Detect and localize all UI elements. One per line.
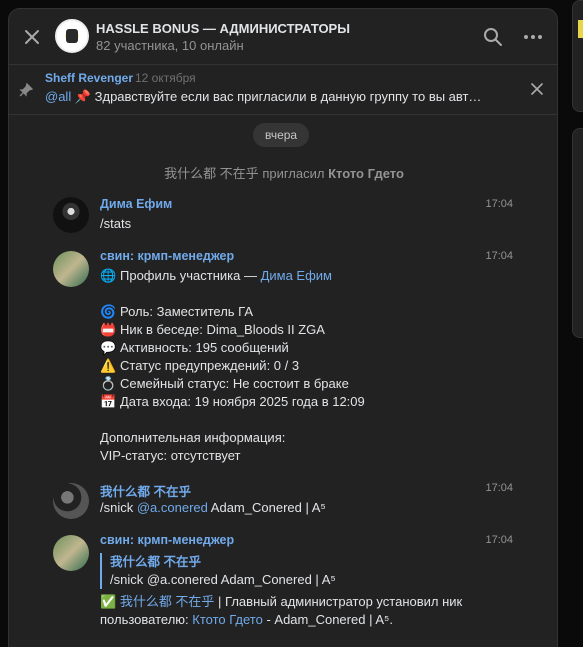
globe-icon: 🌐 xyxy=(100,268,117,283)
calendar-icon: 📅 xyxy=(100,394,117,409)
stat-line: 💍 Семейный статус: Не состоит в браке xyxy=(100,375,510,393)
message-body: 我什么都 不在乎 /snick @a.conered Adam_Conered … xyxy=(100,553,510,629)
profile-user-link[interactable]: Дима Ефим xyxy=(261,268,332,283)
close-icon[interactable] xyxy=(23,28,41,46)
stat-text: Активность: 195 сообщений xyxy=(120,340,289,355)
message: свин: крмп-менеджер 17:04 我什么都 不在乎 /snic… xyxy=(53,533,513,643)
avatar[interactable] xyxy=(53,197,89,233)
message-author[interactable]: свин: крмп-менеджер xyxy=(100,533,234,547)
search-icon[interactable] xyxy=(483,27,503,47)
side-accent xyxy=(578,20,583,38)
pinned-text: @all 📌 Здравствуйте если вас пригласили … xyxy=(45,89,485,105)
message-author[interactable]: Дима Ефим xyxy=(100,197,172,211)
extra-title: Дополнительная информация: xyxy=(100,430,286,445)
avatar[interactable] xyxy=(53,251,89,287)
avatar[interactable] xyxy=(53,483,89,519)
more-icon[interactable] xyxy=(523,29,543,45)
message: 我什么都 不在乎 17:04 /snick @a.conered Adam_Co… xyxy=(53,481,513,521)
service-message: 我什么都 不在乎 пригласил Ктото Гдето xyxy=(9,163,557,182)
stat-text: Роль: Заместитель ГА xyxy=(120,304,254,319)
chat-window: HASSLE BONUS — АДМИНИСТРАТОРЫ 82 участни… xyxy=(8,8,558,647)
command-args: Adam_Conered | A⁵ xyxy=(210,500,326,515)
avatar[interactable] xyxy=(53,535,89,571)
stat-line: ⚠️ Статус предупреждений: 0 / 3 xyxy=(100,357,510,375)
pin-icon xyxy=(19,83,33,97)
stat-line: 🌀 Роль: Заместитель ГА xyxy=(100,303,510,321)
message-time: 17:04 xyxy=(485,482,513,494)
pinned-date: 12 октября xyxy=(135,71,196,85)
quote-text: /snick @a.conered Adam_Conered | A⁵ xyxy=(110,572,336,587)
message: свин: крмп-менеджер 17:04 🌐 Профиль участ… xyxy=(53,249,513,474)
reply-tail: - Adam_Conered | A⁵. xyxy=(262,612,394,627)
service-action: пригласил xyxy=(262,166,325,181)
chat-header: HASSLE BONUS — АДМИНИСТРАТОРЫ 82 участни… xyxy=(9,9,557,65)
reply-quote[interactable]: 我什么都 不在乎 /snick @a.conered Adam_Conered … xyxy=(100,553,510,589)
message-time: 17:04 xyxy=(485,534,513,546)
service-actor[interactable]: 我什么都 不在乎 xyxy=(164,166,259,181)
stat-text: Ник в беседе: Dima_Bloods II ZGA xyxy=(120,322,325,337)
warning-icon: ⚠️ xyxy=(100,358,117,373)
chat-title[interactable]: HASSLE BONUS — АДМИНИСТРАТОРЫ xyxy=(96,21,350,36)
check-icon: ✅ xyxy=(100,594,117,609)
mention-link[interactable]: @a.conered xyxy=(137,500,208,515)
side-panel-bottom xyxy=(572,128,583,338)
pinned-mention[interactable]: @all xyxy=(45,89,71,104)
stat-line: 📅 Дата входа: 19 ноября 2025 года в 12:09 xyxy=(100,393,510,411)
spiral-icon: 🌀 xyxy=(100,304,117,319)
stat-text: Семейный статус: Не состоит в браке xyxy=(120,376,349,391)
ring-icon: 💍 xyxy=(100,376,117,391)
message: Дима Ефим 17:04 /stats xyxy=(53,197,513,237)
message-author[interactable]: 我什么都 不在乎 xyxy=(100,481,191,500)
message-author[interactable]: свин: крмп-менеджер xyxy=(100,249,234,263)
pinned-emoji: 📌 xyxy=(74,89,92,104)
name-badge-icon: 📛 xyxy=(100,322,117,337)
message-time: 17:04 xyxy=(485,250,513,262)
group-avatar[interactable] xyxy=(55,19,89,53)
reply-text: ✅ 我什么都 不在乎 | Главный администратор устан… xyxy=(100,593,510,629)
message-text: /stats xyxy=(100,216,132,231)
pinned-author[interactable]: Sheff Revenger xyxy=(45,71,133,85)
pinned-message[interactable]: Sheff Revenger 12 октября @all 📌 Здравст… xyxy=(9,65,557,115)
service-target[interactable]: Ктото Гдето xyxy=(328,166,404,181)
pinned-body: Здравствуйте если вас пригласили в данну… xyxy=(94,89,485,104)
date-divider: вчера xyxy=(253,123,310,147)
profile-line: 🌐 Профиль участника — Дима Ефим xyxy=(100,267,510,285)
chat-subtitle: 82 участника, 10 онлайн xyxy=(96,38,244,53)
quote-author: 我什么都 不在乎 xyxy=(110,555,201,569)
stat-line: 📛 Ник в беседе: Dima_Bloods II ZGA xyxy=(100,321,510,339)
actor-link[interactable]: 我什么都 不在乎 xyxy=(120,594,215,609)
stat-text: Статус предупреждений: 0 / 3 xyxy=(120,358,300,373)
target-link[interactable]: Ктото Гдето xyxy=(192,612,263,627)
command-text: /snick xyxy=(100,500,134,515)
stat-text: Дата входа: 19 ноября 2025 года в 12:09 xyxy=(120,394,365,409)
stat-line: 💬 Активность: 195 сообщений xyxy=(100,339,510,357)
side-panel-top xyxy=(572,0,583,112)
pinned-close-icon[interactable] xyxy=(531,83,543,95)
profile-label: Профиль участника — xyxy=(120,268,261,283)
message-time: 17:04 xyxy=(485,198,513,210)
message-body: /snick @a.conered Adam_Conered | A⁵ xyxy=(100,499,510,517)
vip-status: VIP-статус: отсутствует xyxy=(100,448,241,463)
speech-bubble-icon: 💬 xyxy=(100,340,117,355)
message-body: 🌐 Профиль участника — Дима Ефим 🌀 Роль: За… xyxy=(100,267,510,465)
